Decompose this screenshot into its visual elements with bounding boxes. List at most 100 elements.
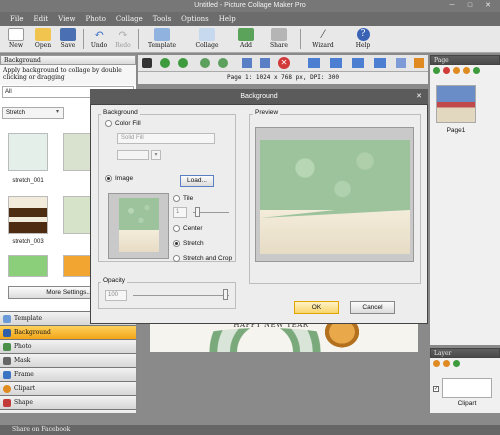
align-center-icon[interactable] bbox=[330, 58, 342, 68]
move-up-icon[interactable] bbox=[453, 67, 460, 74]
tab-shape[interactable]: Shape bbox=[0, 395, 136, 409]
layer-label: Clipart bbox=[457, 400, 477, 407]
zoom-icon[interactable] bbox=[414, 58, 424, 68]
cancel-button[interactable]: Cancel bbox=[350, 301, 395, 314]
mode-select[interactable]: Stretch bbox=[2, 107, 64, 119]
stretch-crop-radio[interactable] bbox=[173, 255, 180, 262]
thumb-green[interactable] bbox=[8, 255, 48, 277]
background-group-label: Background bbox=[101, 109, 140, 116]
menu-tools[interactable]: Tools bbox=[153, 15, 171, 23]
layer-down-icon[interactable] bbox=[443, 360, 450, 367]
bell-clipart[interactable] bbox=[322, 320, 362, 350]
template-button[interactable]: Template bbox=[145, 28, 179, 49]
layer-refresh-icon[interactable] bbox=[453, 360, 460, 367]
delete-page-icon[interactable] bbox=[443, 67, 450, 74]
template-icon bbox=[154, 28, 170, 41]
stretch-radio[interactable] bbox=[173, 240, 180, 247]
share-bar[interactable]: Share on Facebook bbox=[0, 425, 500, 435]
thumb-stretch-003[interactable] bbox=[8, 196, 48, 234]
refresh-icon[interactable] bbox=[473, 67, 480, 74]
rotate-right-icon[interactable] bbox=[260, 58, 270, 68]
collage-icon bbox=[199, 28, 215, 41]
move-down-icon[interactable] bbox=[463, 67, 470, 74]
layer-up-icon[interactable] bbox=[433, 360, 440, 367]
open-button[interactable]: Open bbox=[30, 28, 56, 49]
tab-background[interactable]: Background bbox=[0, 325, 136, 339]
align-right-icon[interactable] bbox=[352, 58, 364, 68]
tile-slider-handle[interactable] bbox=[195, 207, 200, 217]
menu-file[interactable]: File bbox=[10, 15, 23, 23]
add-page-icon[interactable] bbox=[433, 67, 440, 74]
tile-label: Tile bbox=[183, 195, 194, 202]
add-icon bbox=[238, 28, 254, 41]
page-thumbnail[interactable] bbox=[436, 85, 476, 123]
toolbar-separator bbox=[300, 29, 301, 49]
delete-icon[interactable]: ✕ bbox=[278, 57, 290, 69]
load-button[interactable]: Load... bbox=[180, 175, 214, 187]
arrow-down-icon[interactable] bbox=[178, 58, 188, 68]
background-dialog: Background Color Fill Solid Fill ▾ Image… bbox=[90, 104, 428, 324]
color-picker[interactable] bbox=[117, 150, 149, 160]
person-icon[interactable] bbox=[142, 58, 152, 68]
toolbar-separator bbox=[83, 29, 84, 49]
page-info: Page 1: 1024 x 768 px, DPI: 300 bbox=[138, 72, 428, 84]
layer-thumbnail[interactable] bbox=[442, 378, 492, 398]
left-panel-instruction: Apply background to collage by double cl… bbox=[0, 65, 136, 85]
wand-icon: ⁄ bbox=[322, 28, 324, 41]
thumb-caption: stretch_001 bbox=[12, 178, 44, 184]
menu-options[interactable]: Options bbox=[181, 15, 209, 23]
close-window-button[interactable]: ✕ bbox=[480, 2, 496, 10]
opacity-input[interactable]: 100 bbox=[105, 290, 127, 301]
arrow-up-icon[interactable] bbox=[160, 58, 170, 68]
wizard-button[interactable]: ⁄ Wizard bbox=[309, 28, 337, 49]
maximize-button[interactable]: □ bbox=[462, 2, 478, 10]
status-strip bbox=[0, 413, 500, 425]
pages-panel-header: Page bbox=[430, 55, 500, 65]
rotate-left-icon[interactable] bbox=[242, 58, 252, 68]
tile-count-input[interactable]: 1 bbox=[173, 207, 187, 218]
tab-clipart[interactable]: Clipart bbox=[0, 381, 136, 395]
clipart-icon bbox=[3, 385, 11, 393]
shape-icon bbox=[3, 399, 11, 407]
collage-button[interactable]: Collage bbox=[192, 28, 222, 49]
ok-button[interactable]: OK bbox=[294, 301, 339, 314]
share-button[interactable]: Share bbox=[266, 28, 292, 49]
undo-button[interactable]: ↶ Undo bbox=[86, 28, 112, 50]
background-icon bbox=[3, 329, 11, 337]
menu-view[interactable]: View bbox=[58, 15, 75, 23]
tab-frame[interactable]: Frame bbox=[0, 367, 136, 381]
menu-help[interactable]: Help bbox=[219, 15, 236, 23]
color-fill-label: Color Fill bbox=[115, 120, 141, 127]
backward-icon[interactable] bbox=[218, 58, 228, 68]
ornament-wreath bbox=[190, 328, 340, 352]
save-icon bbox=[60, 28, 76, 41]
opacity-slider-handle[interactable] bbox=[223, 289, 228, 300]
thumb-stretch-001[interactable] bbox=[8, 133, 48, 171]
menu-edit[interactable]: Edit bbox=[33, 15, 48, 23]
help-button[interactable]: ? Help bbox=[350, 28, 376, 49]
distribute-icon[interactable] bbox=[374, 58, 386, 68]
opacity-slider-track[interactable] bbox=[133, 295, 229, 296]
preview-green bbox=[260, 140, 410, 210]
add-button[interactable]: Add bbox=[233, 28, 259, 49]
color-fill-radio[interactable] bbox=[105, 120, 112, 127]
new-icon bbox=[8, 28, 24, 41]
tab-mask[interactable]: Mask bbox=[0, 353, 136, 367]
redo-button[interactable]: ↷ Redo bbox=[110, 28, 136, 50]
layer-visibility-checkbox[interactable]: ✓ bbox=[433, 386, 439, 392]
tile-radio[interactable] bbox=[173, 195, 180, 202]
center-radio[interactable] bbox=[173, 225, 180, 232]
crop-icon[interactable] bbox=[396, 58, 406, 68]
color-dropdown-icon[interactable]: ▾ bbox=[151, 150, 161, 160]
menu-collage[interactable]: Collage bbox=[116, 15, 143, 23]
align-left-icon[interactable] bbox=[308, 58, 320, 68]
menu-photo[interactable]: Photo bbox=[85, 15, 105, 23]
tab-photo[interactable]: Photo bbox=[0, 339, 136, 353]
fill-type-select[interactable]: Solid Fill bbox=[117, 133, 215, 144]
minimize-button[interactable]: ─ bbox=[444, 2, 460, 10]
new-button[interactable]: New bbox=[3, 28, 29, 49]
forward-icon[interactable] bbox=[200, 58, 210, 68]
save-button[interactable]: Save bbox=[55, 28, 81, 49]
image-radio[interactable] bbox=[105, 175, 112, 182]
dialog-close-icon[interactable]: ✕ bbox=[416, 89, 422, 104]
